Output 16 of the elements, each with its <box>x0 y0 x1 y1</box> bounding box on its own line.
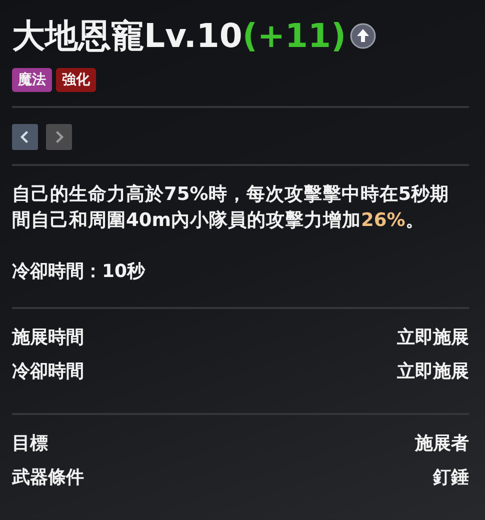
stat-label: 目標 <box>12 432 48 456</box>
skill-description: 自己的生命力高於75%時，每次攻擊擊中時在5秒期間自己和周圍40m內小隊員的攻擊力增加26%。 <box>12 182 450 233</box>
cooldown-text: 冷卻時間：10秒 <box>12 260 146 283</box>
arrow-up-icon[interactable] <box>350 23 376 49</box>
stat-label: 施展時間 <box>12 326 84 350</box>
stat-value: 立即施展 <box>397 326 469 350</box>
stat-label: 冷卻時間 <box>12 360 84 384</box>
stat-value: 釘錘 <box>433 466 469 490</box>
stat-value: 施展者 <box>415 432 469 456</box>
previous-button[interactable] <box>12 124 38 150</box>
stat-label: 武器條件 <box>12 466 84 490</box>
skill-name: 大地恩寵Lv.10 <box>12 15 242 57</box>
tag: 魔法 <box>12 68 52 92</box>
tag: 強化 <box>56 68 96 92</box>
level-bonus: (+11) <box>242 15 346 57</box>
stat-value: 立即施展 <box>397 360 469 384</box>
